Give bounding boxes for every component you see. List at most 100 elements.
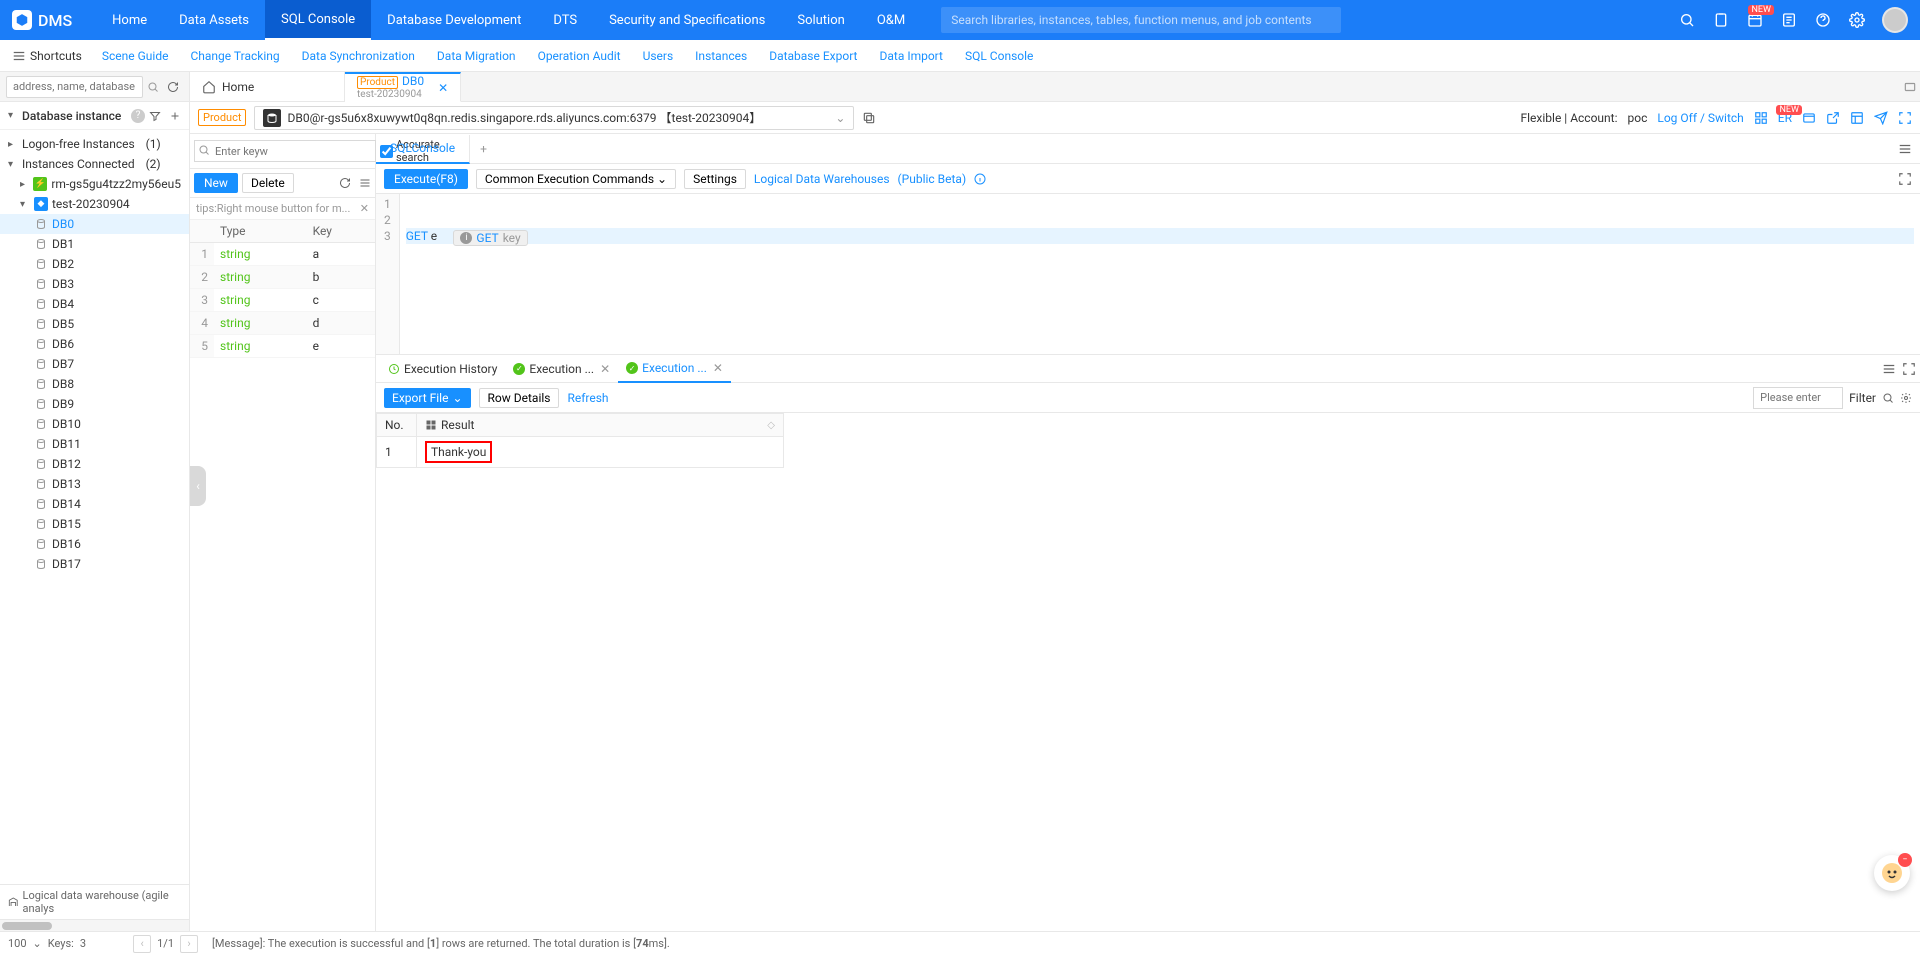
layout-icon[interactable]	[1850, 111, 1864, 125]
filter-icon[interactable]	[149, 110, 161, 122]
caret-down-icon[interactable]: ▾	[8, 110, 18, 121]
row-details-button[interactable]: Row Details	[479, 388, 560, 408]
tree-db-db8[interactable]: DB8	[0, 374, 189, 394]
search-icon[interactable]	[1882, 392, 1894, 404]
tree-db-db0[interactable]: DB0	[0, 214, 189, 234]
top-menu-dts[interactable]: DTS	[537, 0, 593, 40]
top-menu-database-development[interactable]: Database Development	[371, 0, 537, 40]
send-icon[interactable]	[1874, 111, 1888, 125]
expand-icon[interactable]	[1902, 362, 1916, 376]
tree-db-db14[interactable]: DB14	[0, 494, 189, 514]
fullscreen-icon[interactable]	[1898, 111, 1912, 125]
tab-collapse-icon[interactable]	[1900, 72, 1920, 101]
tree-db-db12[interactable]: DB12	[0, 454, 189, 474]
tree-logon-free[interactable]: ▸ Logon-free Instances (1)	[0, 134, 189, 154]
horizontal-scrollbar[interactable]	[0, 919, 189, 931]
next-page-button[interactable]: ›	[180, 935, 198, 953]
tree-db-db1[interactable]: DB1	[0, 234, 189, 254]
editor-menu-icon[interactable]	[1890, 142, 1920, 156]
key-row[interactable]: 2stringb	[190, 266, 375, 289]
er-button[interactable]: ER NEW	[1778, 111, 1792, 125]
key-row[interactable]: 3stringc	[190, 289, 375, 312]
result-row[interactable]: 1Thank-you	[377, 437, 784, 468]
grid-icon[interactable]	[1754, 111, 1768, 125]
tree-db-db13[interactable]: DB13	[0, 474, 189, 494]
top-menu-sql-console[interactable]: SQL Console	[265, 0, 371, 40]
tab-db0[interactable]: Product DB0 test-20230904 ✕	[345, 72, 461, 102]
filter-input[interactable]	[1753, 387, 1843, 409]
export-file-button[interactable]: Export File ⌄	[384, 388, 471, 408]
tree-db-db15[interactable]: DB15	[0, 514, 189, 534]
clipboard-icon[interactable]	[1712, 11, 1730, 29]
calendar-icon[interactable]: NEW	[1746, 11, 1764, 29]
tree-db-db5[interactable]: DB5	[0, 314, 189, 334]
window-icon[interactable]	[1802, 111, 1816, 125]
col-type[interactable]: Type	[214, 220, 307, 243]
settings-button[interactable]: Settings	[684, 169, 746, 189]
autocomplete-hint[interactable]: i GET key	[453, 230, 527, 246]
subnav-instances[interactable]: Instances	[695, 49, 747, 63]
close-icon[interactable]: ✕	[360, 202, 369, 215]
subnav-users[interactable]: Users	[643, 49, 674, 63]
key-row[interactable]: 4stringd	[190, 312, 375, 335]
key-row[interactable]: 1stringa	[190, 243, 375, 266]
tree-instances-connected[interactable]: ▾ Instances Connected (2)	[0, 154, 189, 174]
tree-instance-2[interactable]: ▾ ◆ test-20230904	[0, 194, 189, 214]
subnav-sql-console[interactable]: SQL Console	[965, 49, 1033, 63]
app-logo[interactable]: DMS	[12, 10, 72, 30]
help-icon[interactable]	[1814, 11, 1832, 29]
key-row[interactable]: 5stringe	[190, 335, 375, 358]
subnav-operation-audit[interactable]: Operation Audit	[538, 49, 621, 63]
result-tab-exec-1[interactable]: ✓ Execution ... ✕	[505, 355, 618, 382]
tree-db-db3[interactable]: DB3	[0, 274, 189, 294]
execute-button[interactable]: Execute(F8)	[384, 169, 468, 189]
search-icon[interactable]	[147, 81, 163, 93]
shortcuts-button[interactable]: Shortcuts	[12, 49, 82, 63]
tree-db-db16[interactable]: DB16	[0, 534, 189, 554]
key-search-input[interactable]	[194, 140, 376, 162]
subnav-data-migration[interactable]: Data Migration	[437, 49, 516, 63]
top-menu-data-assets[interactable]: Data Assets	[163, 0, 265, 40]
tree-db-db7[interactable]: DB7	[0, 354, 189, 374]
plus-icon[interactable]	[169, 110, 181, 122]
search-icon[interactable]	[1678, 11, 1696, 29]
menu-icon[interactable]	[359, 177, 371, 189]
tree-db-db9[interactable]: DB9	[0, 394, 189, 414]
settings-icon[interactable]	[1900, 392, 1912, 404]
chatbot-button[interactable]: −	[1874, 855, 1910, 891]
sidebar-collapse-handle[interactable]: ‹	[190, 466, 206, 506]
logoff-link[interactable]: Log Off / Switch	[1657, 111, 1743, 125]
sort-icon[interactable]: ◇	[767, 420, 775, 431]
refresh-link[interactable]: Refresh	[567, 391, 608, 405]
tree-instance-1[interactable]: ▸ ⚡ rm-gs5gu4tzz2my56eu5	[0, 174, 189, 194]
add-tab-icon[interactable]: +	[470, 142, 497, 156]
tree-db-db17[interactable]: DB17	[0, 554, 189, 574]
settings-icon[interactable]	[1848, 11, 1866, 29]
refresh-icon[interactable]	[167, 81, 183, 93]
top-menu-security-and-specifications[interactable]: Security and Specifications	[593, 0, 781, 40]
subnav-database-export[interactable]: Database Export	[769, 49, 857, 63]
tree-db-db11[interactable]: DB11	[0, 434, 189, 454]
result-tab-history[interactable]: Execution History	[380, 355, 505, 382]
result-tab-exec-2[interactable]: ✓ Execution ... ✕	[618, 356, 731, 383]
prev-page-button[interactable]: ‹	[133, 935, 151, 953]
top-menu-o-m[interactable]: O&M	[861, 0, 921, 40]
chevron-down-icon[interactable]: ⌄	[33, 937, 42, 950]
copy-icon[interactable]	[862, 111, 876, 125]
top-menu-solution[interactable]: Solution	[781, 0, 860, 40]
connection-select[interactable]: DB0@r-gs5u6x8xuwywt0q8qn.redis.singapore…	[254, 106, 854, 130]
tree-db-db2[interactable]: DB2	[0, 254, 189, 274]
subnav-data-import[interactable]: Data Import	[879, 49, 943, 63]
menu-icon[interactable]	[1882, 362, 1896, 376]
user-avatar[interactable]	[1882, 7, 1908, 33]
sidebar-footer[interactable]: Logical data warehouse (agile analys	[0, 884, 189, 919]
close-icon[interactable]: ✕	[438, 81, 448, 95]
col-key[interactable]: Key	[307, 220, 375, 243]
col-no[interactable]: No.	[377, 414, 417, 437]
expand-icon[interactable]	[1898, 172, 1912, 186]
tab-home[interactable]: Home	[190, 72, 345, 101]
global-search-input[interactable]	[941, 7, 1341, 33]
info-icon[interactable]	[974, 173, 986, 185]
logical-dw-link[interactable]: Logical Data Warehouses	[754, 172, 890, 186]
tree-db-db4[interactable]: DB4	[0, 294, 189, 314]
